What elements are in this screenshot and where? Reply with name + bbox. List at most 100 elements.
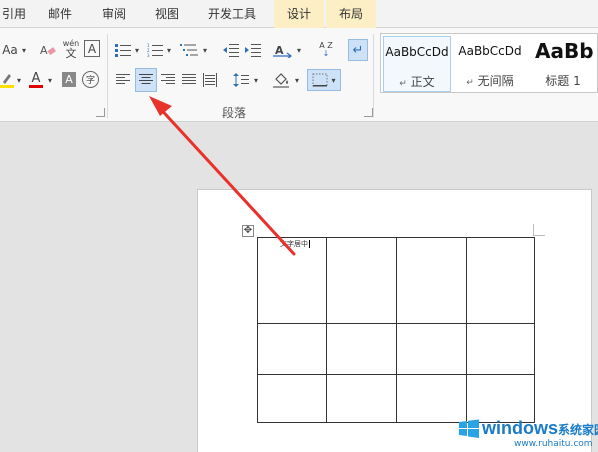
character-border-button[interactable]: A [84, 40, 100, 57]
tab-review[interactable]: 审阅 [94, 0, 134, 28]
increase-indent-icon [245, 44, 261, 57]
table-cell[interactable]: 文字居中 [257, 237, 327, 324]
chinese-layout-icon: A [273, 44, 292, 58]
style-normal[interactable]: AaBbCcDd ↵ 正文 [383, 36, 451, 92]
style-no-spacing-preview: AaBbCcDd [458, 44, 522, 58]
chevron-down-icon[interactable]: ▾ [293, 70, 301, 90]
character-border-label: A [87, 41, 97, 56]
svg-text:A: A [275, 44, 284, 57]
enclose-characters-label: 字 [85, 76, 95, 86]
svg-text:3: 3 [147, 53, 150, 57]
style-heading-1[interactable]: AaBb 标题 1 [529, 36, 597, 92]
styles-gallery: AaBbCcDd ↵ 正文 AaBbCcDd ↵ 无间隔 AaBb 标题 1 [380, 33, 598, 93]
paragraph-group-label: 段落 [222, 106, 247, 120]
tab-developer[interactable]: 开发工具 [200, 0, 264, 28]
table-cell[interactable] [466, 323, 535, 375]
show-hide-marks-button[interactable]: ↵ [348, 39, 368, 61]
font-color-label: A [31, 71, 41, 86]
table-cell[interactable] [326, 374, 397, 423]
document-table[interactable]: 文字居中 [257, 237, 535, 423]
align-center-button[interactable] [135, 68, 157, 92]
font-dialog-launcher-icon[interactable] [96, 108, 105, 117]
watermark-brand: windows系统家园 [482, 418, 598, 438]
tab-layout[interactable]: 布局 [326, 0, 376, 28]
justify-button[interactable] [180, 70, 198, 90]
tab-mailings[interactable]: 邮件 [40, 0, 80, 28]
paint-bucket-icon [273, 73, 289, 88]
style-normal-name: ↵ 正文 [399, 75, 435, 89]
justify-icon [182, 74, 196, 84]
align-right-button[interactable] [159, 70, 177, 90]
font-color-button[interactable]: A [28, 70, 44, 90]
enclose-characters-button[interactable]: 字 [82, 71, 99, 88]
chevron-down-icon[interactable]: ▾ [20, 40, 28, 60]
table-cell[interactable] [257, 323, 327, 375]
line-spacing-icon [233, 73, 249, 87]
decrease-indent-button[interactable] [222, 40, 240, 60]
table-cell[interactable] [396, 237, 467, 324]
increase-indent-button[interactable] [244, 40, 262, 60]
font-color-swatch [29, 85, 43, 88]
text-highlight-button[interactable] [0, 70, 14, 90]
decrease-indent-icon [223, 44, 239, 57]
numbering-button[interactable]: 1 2 3 [146, 40, 164, 60]
distributed-icon [203, 73, 217, 87]
table-cell[interactable] [326, 237, 397, 324]
bullet-list-icon [115, 44, 131, 57]
chevron-down-icon[interactable]: ▾ [252, 70, 260, 90]
align-right-icon [161, 74, 175, 84]
chevron-down-icon[interactable]: ▾ [15, 70, 23, 90]
chevron-down-icon[interactable]: ▾ [46, 70, 54, 90]
bullets-button[interactable] [114, 40, 132, 60]
ribbon: Aa ▾ A wén 文 A ▾ A ▾ A 字 ▾ 1 2 3 ▾ ▾ A ▾… [0, 28, 598, 122]
text-caret [309, 240, 310, 248]
align-left-button[interactable] [114, 70, 132, 90]
site-watermark: windows系统家园 www.ruhaitu.com [452, 410, 598, 452]
borders-button[interactable]: ▾ [307, 69, 341, 91]
cell-text: 文字居中 [280, 240, 310, 248]
chinese-layout-button[interactable]: A [272, 40, 294, 60]
svg-text:A: A [40, 44, 48, 57]
align-center-icon [139, 74, 153, 84]
chevron-down-icon[interactable]: ▾ [133, 40, 141, 60]
table-cell[interactable] [326, 323, 397, 375]
table-cell[interactable] [257, 374, 327, 423]
margin-corner-mark [533, 224, 545, 236]
group-separator [373, 34, 374, 118]
chevron-down-icon[interactable]: ▾ [295, 40, 303, 60]
style-heading-1-preview: AaBb [535, 39, 594, 63]
change-case-button[interactable]: Aa [0, 40, 20, 60]
phonetic-guide-button[interactable]: wén 文 [60, 36, 82, 62]
borders-icon [312, 73, 328, 87]
table-cell[interactable] [466, 237, 535, 324]
paragraph-mark-icon: ↵ [352, 42, 364, 58]
character-shading-button[interactable]: A [62, 72, 76, 87]
multilevel-list-icon [180, 44, 198, 56]
group-separator [107, 34, 108, 118]
eraser-icon: A [40, 44, 56, 57]
highlighter-icon [0, 74, 14, 88]
multilevel-list-button[interactable] [178, 40, 200, 60]
distributed-button[interactable] [201, 70, 219, 90]
shading-button[interactable] [272, 70, 292, 90]
align-left-icon [116, 74, 130, 84]
numbered-list-icon: 1 2 3 [147, 43, 163, 57]
watermark-url: www.ruhaitu.com [514, 439, 593, 449]
style-no-spacing[interactable]: AaBbCcDd ↵ 无间隔 [455, 36, 525, 92]
paragraph-dialog-launcher-icon[interactable] [364, 108, 373, 117]
tab-references[interactable]: 引用 [0, 0, 28, 28]
chevron-down-icon: ▾ [331, 75, 336, 85]
chevron-down-icon[interactable]: ▾ [201, 40, 209, 60]
tab-design[interactable]: 设计 [274, 0, 324, 28]
arrow-down-icon: ↓ [322, 49, 330, 58]
line-spacing-button[interactable] [232, 70, 250, 90]
table-move-handle-icon[interactable]: ✥ [242, 225, 254, 237]
table-cell[interactable] [396, 323, 467, 375]
sort-button[interactable]: A Z ↓ [316, 38, 336, 62]
character-shading-label: A [65, 73, 73, 86]
style-no-spacing-name: ↵ 无间隔 [466, 74, 514, 88]
chevron-down-icon[interactable]: ▾ [165, 40, 173, 60]
windows-logo-icon [459, 419, 479, 438]
clear-formatting-button[interactable]: A [38, 40, 58, 60]
tab-view[interactable]: 视图 [147, 0, 187, 28]
